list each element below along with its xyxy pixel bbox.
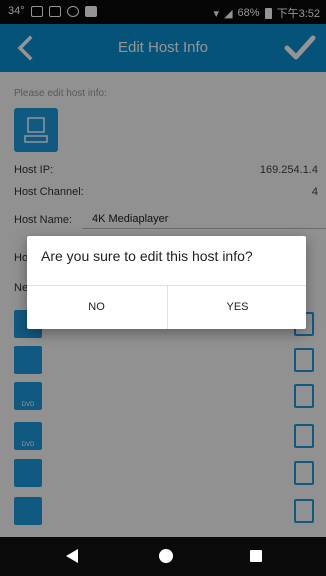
no-button[interactable]: NO [27, 286, 166, 329]
dialog-button-bar: NO YES [27, 285, 306, 329]
nav-home-icon[interactable] [159, 549, 173, 563]
dialog-message: Are you sure to edit this host info? [41, 248, 253, 264]
nav-back-icon[interactable] [66, 549, 78, 563]
navigation-bar [0, 537, 326, 576]
confirm-dialog: Are you sure to edit this host info? NO … [27, 236, 306, 329]
yes-button[interactable]: YES [167, 286, 307, 329]
nav-recents-icon[interactable] [250, 550, 262, 562]
